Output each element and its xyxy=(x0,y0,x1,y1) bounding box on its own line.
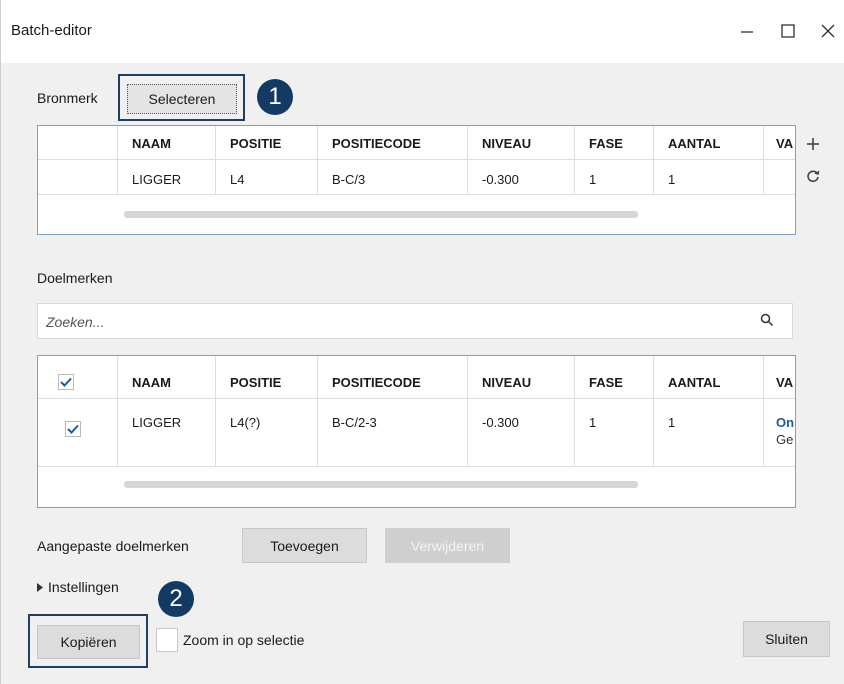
add-button[interactable]: Toevoegen xyxy=(242,528,367,563)
search-icon[interactable] xyxy=(760,313,774,330)
minimize-icon[interactable] xyxy=(730,14,764,48)
column-header-niveau[interactable]: NIVEAU xyxy=(482,375,531,390)
horizontal-scrollbar[interactable] xyxy=(124,211,638,218)
window-title: Batch-editor xyxy=(11,22,92,39)
remove-button[interactable]: Verwijderen xyxy=(385,528,510,563)
zoom-checkbox-row[interactable]: Zoom in op selectie xyxy=(156,628,304,652)
source-label: Bronmerk xyxy=(37,90,98,106)
refresh-icon[interactable] xyxy=(802,165,824,187)
custom-targets-label: Aangepaste doelmerken xyxy=(37,538,189,554)
callout-badge-2: 2 xyxy=(158,581,194,617)
horizontal-scrollbar[interactable] xyxy=(124,481,638,488)
cell-positie: L4(?) xyxy=(230,415,261,430)
maximize-icon[interactable] xyxy=(771,14,805,48)
cell-niveau: -0.300 xyxy=(482,415,519,430)
column-header-aantal[interactable]: AANTAL xyxy=(668,136,720,151)
settings-label: Instellingen xyxy=(48,579,119,595)
chevron-right-icon xyxy=(37,579,45,595)
column-header-aantal[interactable]: AANTAL xyxy=(668,375,720,390)
search-box xyxy=(37,303,793,339)
callout-box-1 xyxy=(118,74,245,121)
column-header-positiecode[interactable]: POSITIECODE xyxy=(332,375,421,390)
select-all-checkbox[interactable] xyxy=(58,374,74,390)
cell-positiecode: B-C/2-3 xyxy=(332,415,377,430)
column-header-va[interactable]: VA xyxy=(776,136,793,151)
column-header-positie[interactable]: POSITIE xyxy=(230,136,281,151)
zoom-label: Zoom in op selectie xyxy=(183,632,305,648)
close-icon[interactable] xyxy=(811,14,844,48)
settings-expander[interactable]: Instellingen xyxy=(37,579,119,595)
batch-editor-window: Batch-editor Bronmerk Selecteren 1 NAAM … xyxy=(0,0,844,684)
cell-fase: 1 xyxy=(589,172,597,187)
cell-fase: 1 xyxy=(589,415,597,430)
cell-aantal: 1 xyxy=(668,415,676,430)
column-header-naam[interactable]: NAAM xyxy=(132,136,171,151)
cell-va-detail: Ge xyxy=(776,432,794,447)
cell-va-status[interactable]: On xyxy=(776,415,794,430)
column-header-fase[interactable]: FASE xyxy=(589,136,623,151)
column-header-niveau[interactable]: NIVEAU xyxy=(482,136,531,151)
target-label: Doelmerken xyxy=(37,270,113,286)
add-column-icon[interactable] xyxy=(802,133,824,155)
column-header-positiecode[interactable]: POSITIECODE xyxy=(332,136,421,151)
cell-aantal: 1 xyxy=(668,172,676,187)
target-table: NAAM POSITIE POSITIECODE NIVEAU FASE AAN… xyxy=(37,355,796,508)
callout-badge-1: 1 xyxy=(257,79,293,115)
close-button[interactable]: Sluiten xyxy=(743,621,830,657)
search-input[interactable] xyxy=(44,310,748,334)
row-checkbox[interactable] xyxy=(65,421,81,437)
cell-naam: LIGGER xyxy=(132,172,182,187)
source-table: NAAM POSITIE POSITIECODE NIVEAU FASE AAN… xyxy=(37,125,796,235)
column-header-naam[interactable]: NAAM xyxy=(132,375,171,390)
column-header-va[interactable]: VA xyxy=(776,375,793,390)
cell-naam: LIGGER xyxy=(132,415,182,430)
callout-box-2 xyxy=(28,614,148,668)
cell-niveau: -0.300 xyxy=(482,172,519,187)
column-header-fase[interactable]: FASE xyxy=(589,375,623,390)
zoom-checkbox[interactable] xyxy=(156,628,178,652)
title-bar[interactable]: Batch-editor xyxy=(1,0,844,63)
cell-positie: L4 xyxy=(230,172,245,187)
column-header-positie[interactable]: POSITIE xyxy=(230,375,281,390)
cell-positiecode: B-C/3 xyxy=(332,172,366,187)
